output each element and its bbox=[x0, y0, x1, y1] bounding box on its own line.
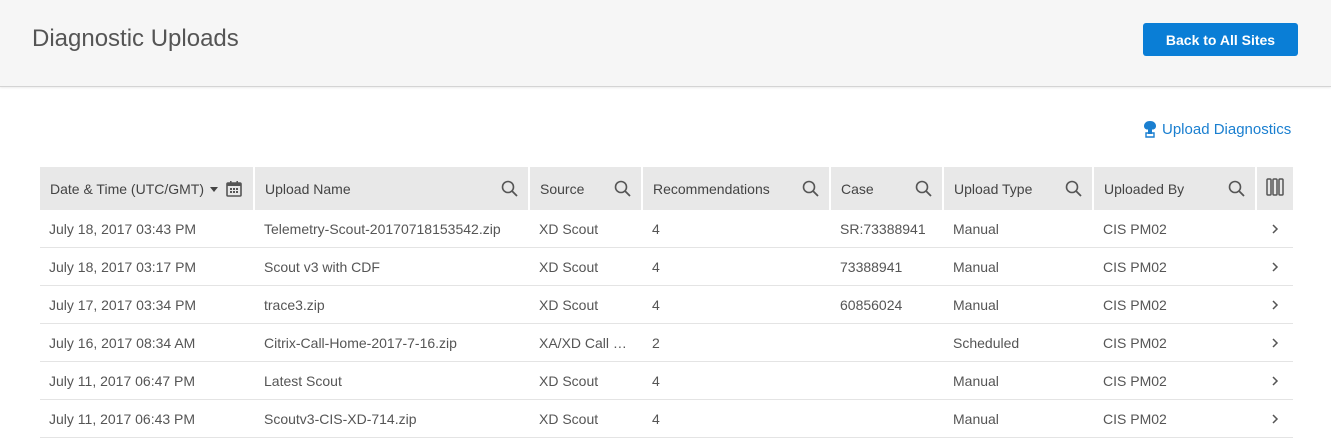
table-row[interactable]: July 16, 2017 08:34 AM Citrix-Call-Home-2… bbox=[40, 324, 1293, 362]
row-chevron-right-icon[interactable] bbox=[1257, 362, 1293, 400]
cell-upload-type: Manual bbox=[944, 400, 1094, 438]
search-icon[interactable] bbox=[501, 180, 518, 197]
cell-uploaded-by: CIS PM02 bbox=[1094, 248, 1257, 286]
row-chevron-right-icon[interactable] bbox=[1257, 210, 1293, 248]
cell-uploaded-by: CIS PM02 bbox=[1094, 400, 1257, 438]
back-to-all-sites-button[interactable]: Back to All Sites bbox=[1143, 23, 1298, 56]
cell-recommendations: 4 bbox=[643, 210, 831, 248]
row-chevron-right-icon[interactable] bbox=[1257, 400, 1293, 438]
column-header-upload-name: Upload Name bbox=[255, 167, 530, 210]
column-header-case: Case bbox=[831, 167, 944, 210]
cell-recommendations: 4 bbox=[643, 362, 831, 400]
cell-date: July 16, 2017 08:34 AM bbox=[40, 324, 255, 362]
upload-icon bbox=[1144, 121, 1156, 138]
sort-down-icon[interactable] bbox=[210, 187, 219, 193]
cell-source: XA/XD Call Ho... bbox=[530, 324, 643, 362]
cell-uploaded-by: CIS PM02 bbox=[1094, 286, 1257, 324]
cell-recommendations: 4 bbox=[643, 248, 831, 286]
column-header-source: Source bbox=[530, 167, 643, 210]
page-title: Diagnostic Uploads bbox=[32, 25, 239, 52]
cell-upload-name: Telemetry-Scout-20170718153542.zip bbox=[255, 210, 530, 248]
cell-upload-name: Citrix-Call-Home-2017-7-16.zip bbox=[255, 324, 530, 362]
column-header-date[interactable]: Date & Time (UTC/GMT) bbox=[40, 167, 255, 210]
cell-date: July 11, 2017 06:43 PM bbox=[40, 400, 255, 438]
column-header-upload-type: Upload Type bbox=[944, 167, 1094, 210]
search-icon[interactable] bbox=[802, 180, 819, 197]
table-row[interactable]: July 11, 2017 06:47 PM Latest Scout XD Sco… bbox=[40, 362, 1293, 400]
cell-case bbox=[831, 400, 944, 438]
cell-date: July 11, 2017 06:47 PM bbox=[40, 362, 255, 400]
row-chevron-right-icon[interactable] bbox=[1257, 324, 1293, 362]
table-header-row: Date & Time (UTC/GMT) Upload Name Source… bbox=[40, 167, 1293, 210]
column-header-recommendations: Recommendations bbox=[643, 167, 831, 210]
column-label-date: Date & Time (UTC/GMT) bbox=[50, 180, 205, 197]
cell-upload-name: Scoutv3-CIS-XD-714.zip bbox=[255, 400, 530, 438]
cell-upload-type: Manual bbox=[944, 286, 1094, 324]
column-label-uploaded-by: Uploaded By bbox=[1104, 180, 1185, 197]
cell-uploaded-by: CIS PM02 bbox=[1094, 362, 1257, 400]
cell-recommendations: 4 bbox=[643, 400, 831, 438]
cell-source: XD Scout bbox=[530, 210, 643, 248]
row-chevron-right-icon[interactable] bbox=[1257, 248, 1293, 286]
cell-source: XD Scout bbox=[530, 248, 643, 286]
cell-upload-name: trace3.zip bbox=[255, 286, 530, 324]
table-row[interactable]: July 18, 2017 03:17 PM Scout v3 with CDF X… bbox=[40, 248, 1293, 286]
cell-upload-type: Manual bbox=[944, 210, 1094, 248]
search-icon[interactable] bbox=[614, 180, 631, 197]
column-label-case: Case bbox=[841, 180, 874, 197]
search-icon[interactable] bbox=[915, 180, 932, 197]
cell-case: 60856024 bbox=[831, 286, 944, 324]
cell-upload-name: Latest Scout bbox=[255, 362, 530, 400]
cell-recommendations: 2 bbox=[643, 324, 831, 362]
column-label-source: Source bbox=[540, 180, 585, 197]
cell-date: July 17, 2017 03:34 PM bbox=[40, 286, 255, 324]
uploads-table: Date & Time (UTC/GMT) Upload Name Source… bbox=[40, 167, 1293, 438]
cell-date: July 18, 2017 03:43 PM bbox=[40, 210, 255, 248]
column-label-upload-name: Upload Name bbox=[265, 180, 351, 197]
upload-diagnostics-link[interactable]: Upload Diagnostics bbox=[1142, 119, 1291, 139]
cell-source: XD Scout bbox=[530, 362, 643, 400]
cell-upload-type: Manual bbox=[944, 248, 1094, 286]
cell-case: SR:73388941 bbox=[831, 210, 944, 248]
column-header-uploaded-by: Uploaded By bbox=[1094, 167, 1257, 210]
cell-upload-type: Scheduled bbox=[944, 324, 1094, 362]
cell-recommendations: 4 bbox=[643, 286, 831, 324]
search-icon[interactable] bbox=[1065, 180, 1082, 197]
cell-uploaded-by: CIS PM02 bbox=[1094, 210, 1257, 248]
cell-case: 73388941 bbox=[831, 248, 944, 286]
cell-upload-type: Manual bbox=[944, 362, 1094, 400]
cell-upload-name: Scout v3 with CDF bbox=[255, 248, 530, 286]
upload-diagnostics-label: Upload Diagnostics bbox=[1162, 120, 1292, 138]
column-label-upload-type: Upload Type bbox=[954, 180, 1033, 197]
cell-date: July 18, 2017 03:17 PM bbox=[40, 248, 255, 286]
page-header: Diagnostic Uploads Back to All Sites bbox=[0, 0, 1331, 87]
table-row[interactable]: July 18, 2017 03:43 PM Telemetry-Scout-20… bbox=[40, 210, 1293, 248]
row-chevron-right-icon[interactable] bbox=[1257, 286, 1293, 324]
column-label-recommendations: Recommendations bbox=[653, 180, 770, 197]
table-row[interactable]: July 17, 2017 03:34 PM trace3.zip XD Scout… bbox=[40, 286, 1293, 324]
column-settings-icon[interactable] bbox=[1265, 177, 1285, 197]
cell-uploaded-by: CIS PM02 bbox=[1094, 324, 1257, 362]
calendar-icon[interactable] bbox=[225, 180, 243, 198]
cell-source: XD Scout bbox=[530, 286, 643, 324]
column-header-settings bbox=[1257, 167, 1293, 210]
cell-case bbox=[831, 324, 944, 362]
table-row[interactable]: July 11, 2017 06:43 PM Scoutv3-CIS-XD-714… bbox=[40, 400, 1293, 438]
cell-source: XD Scout bbox=[530, 400, 643, 438]
cell-case bbox=[831, 362, 944, 400]
search-icon[interactable] bbox=[1228, 180, 1245, 197]
